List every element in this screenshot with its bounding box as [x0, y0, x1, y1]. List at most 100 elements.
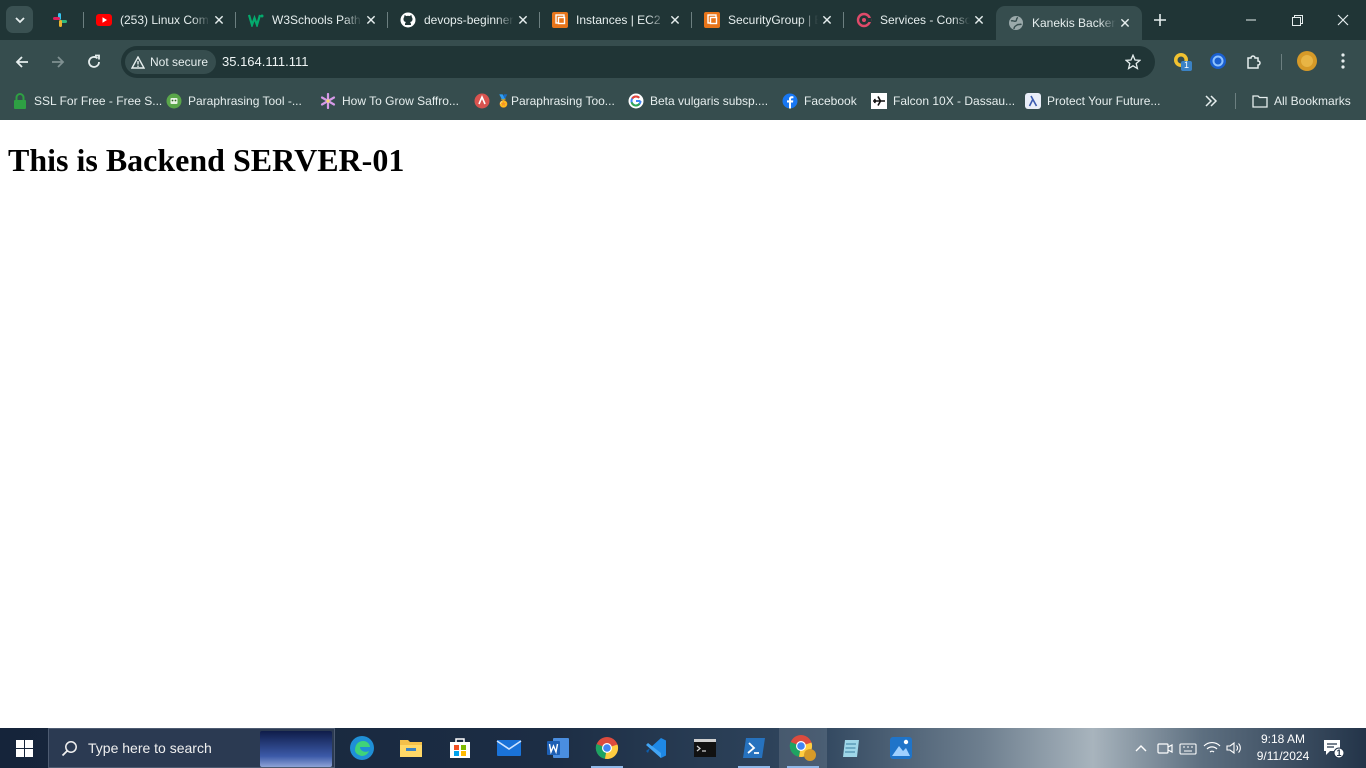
page-heading: This is Backend SERVER-01 [8, 142, 405, 178]
tab-security-group[interactable]: SecurityGroup | EC2 ✕ [692, 0, 844, 40]
tab-instances[interactable]: Instances | EC2 ✕ [540, 0, 692, 40]
minimize-button[interactable] [1228, 0, 1274, 40]
start-button[interactable] [0, 728, 48, 768]
wifi-icon [1203, 742, 1221, 753]
bookmark-item[interactable]: How To Grow Saffro... [320, 91, 459, 111]
taskbar-vscode[interactable] [632, 728, 680, 768]
bookmark-label: 🏅Paraphrasing Too... [496, 94, 615, 108]
reload-icon [88, 54, 100, 68]
tab-slack[interactable] [40, 0, 84, 40]
lambda-icon [1025, 93, 1041, 109]
bookmark-item[interactable]: Beta vulgaris subsp.... [628, 91, 768, 111]
tab-youtube[interactable]: (253) Linux Command Line ✕ [84, 0, 236, 40]
show-hidden-icons-button[interactable] [1131, 738, 1151, 758]
taskbar-chrome-profile[interactable] [779, 728, 827, 768]
toolbar-separator [1281, 54, 1282, 70]
blue-extension-button[interactable] [1207, 50, 1229, 72]
browser-menu-button[interactable] [1332, 50, 1354, 72]
close-icon[interactable]: ✕ [210, 11, 228, 29]
more-bookmarks-button[interactable] [1204, 91, 1218, 111]
close-icon[interactable]: ✕ [1116, 14, 1134, 32]
bookmark-item[interactable]: Paraphrasing Tool -... [166, 91, 302, 111]
tab-strip: (253) Linux Command Line ✕ W3Schools Pat… [0, 0, 1366, 40]
forward-button[interactable] [44, 48, 72, 76]
tab-kanekis-backend[interactable]: Kanekis Backend ✕ [996, 6, 1142, 40]
taskbar-search-box[interactable]: Type here to search [48, 728, 335, 768]
taskbar-file-explorer[interactable] [387, 728, 435, 768]
taskbar-notepad[interactable] [828, 728, 876, 768]
chevron-down-icon [14, 16, 25, 23]
taskbar-powershell[interactable] [730, 728, 778, 768]
restore-icon [1291, 14, 1303, 26]
terminal-icon [694, 739, 716, 757]
close-icon[interactable]: ✕ [970, 11, 988, 29]
taskbar-clock[interactable]: 9:18 AM 9/11/2024 [1245, 731, 1321, 765]
bookmark-item[interactable]: Facebook [782, 91, 857, 111]
slack-icon [52, 12, 68, 28]
taskbar-microsoft-store[interactable] [436, 728, 484, 768]
meet-now-button[interactable] [1155, 738, 1175, 758]
tab-github[interactable]: devops-beginners ✕ [388, 0, 540, 40]
folder-icon [1252, 93, 1268, 109]
flower-icon [320, 93, 336, 109]
bookmark-star-button[interactable] [1124, 53, 1142, 70]
taskbar-chrome[interactable] [583, 728, 631, 768]
taskbar-word[interactable] [534, 728, 582, 768]
chevron-double-right-icon [1205, 95, 1218, 107]
lock-icon [12, 93, 28, 109]
chrome-profile-icon [789, 735, 816, 761]
close-icon [1337, 14, 1349, 26]
extension-button[interactable]: 1 [1171, 50, 1193, 72]
reload-button[interactable] [80, 48, 108, 76]
more-vertical-icon [1341, 53, 1345, 69]
action-center-button[interactable]: 1 [1322, 738, 1346, 760]
site-info-button[interactable]: Not secure [125, 50, 217, 74]
keyboard-icon [1179, 743, 1197, 755]
close-window-button[interactable] [1320, 0, 1366, 40]
close-icon[interactable]: ✕ [666, 11, 684, 29]
browser-toolbar: Not secure 35.164.111.111 1 [0, 40, 1366, 82]
new-tab-button[interactable] [1150, 10, 1170, 30]
volume-button[interactable] [1224, 738, 1244, 758]
all-bookmarks-button[interactable]: All Bookmarks [1252, 91, 1351, 111]
arrow-right-icon [52, 56, 65, 68]
close-icon[interactable]: ✕ [362, 11, 380, 29]
input-method-button[interactable] [1178, 738, 1198, 758]
star-icon [1124, 53, 1142, 70]
back-button[interactable] [8, 48, 36, 76]
bookmark-label: How To Grow Saffro... [342, 94, 459, 108]
close-icon[interactable]: ✕ [818, 11, 836, 29]
bookmark-item[interactable]: SSL For Free - Free S... [12, 91, 162, 111]
medal-icon [474, 93, 490, 109]
bookmarks-separator [1235, 93, 1236, 109]
vscode-icon [646, 738, 666, 758]
plus-icon [1154, 14, 1166, 26]
extension-badge-count: 1 [1184, 60, 1190, 70]
bookmark-item[interactable]: 🏅Paraphrasing Too... [474, 91, 615, 111]
minimize-icon [1246, 19, 1256, 21]
url-text[interactable]: 35.164.111.111 [222, 46, 309, 78]
security-label: Not secure [150, 55, 209, 69]
taskbar-mail[interactable] [485, 728, 533, 768]
photos-icon [890, 737, 912, 759]
profile-button[interactable] [1296, 50, 1318, 72]
bookmark-item[interactable]: Falcon 10X - Dassau... [871, 91, 1015, 111]
bookmark-item[interactable]: Protect Your Future... [1025, 91, 1160, 111]
taskbar-edge[interactable] [338, 728, 386, 768]
network-button[interactable] [1202, 738, 1222, 758]
warning-icon [131, 55, 145, 69]
taskbar-photos[interactable] [877, 728, 925, 768]
word-icon [547, 738, 569, 758]
taskbar-terminal[interactable] [681, 728, 729, 768]
address-bar[interactable]: Not secure 35.164.111.111 [121, 46, 1155, 78]
tab-w3schools[interactable]: W3Schools Path ✕ [236, 0, 388, 40]
tab-search-button[interactable] [6, 6, 33, 33]
extensions-menu-button[interactable] [1243, 50, 1265, 72]
chevron-up-icon [1135, 745, 1147, 752]
tab-services[interactable]: Services - Console ✕ [844, 0, 996, 40]
robot-icon [166, 93, 182, 109]
restore-button[interactable] [1274, 0, 1320, 40]
puzzle-icon [1247, 55, 1261, 69]
notepad-icon [843, 740, 859, 757]
close-icon[interactable]: ✕ [514, 11, 532, 29]
